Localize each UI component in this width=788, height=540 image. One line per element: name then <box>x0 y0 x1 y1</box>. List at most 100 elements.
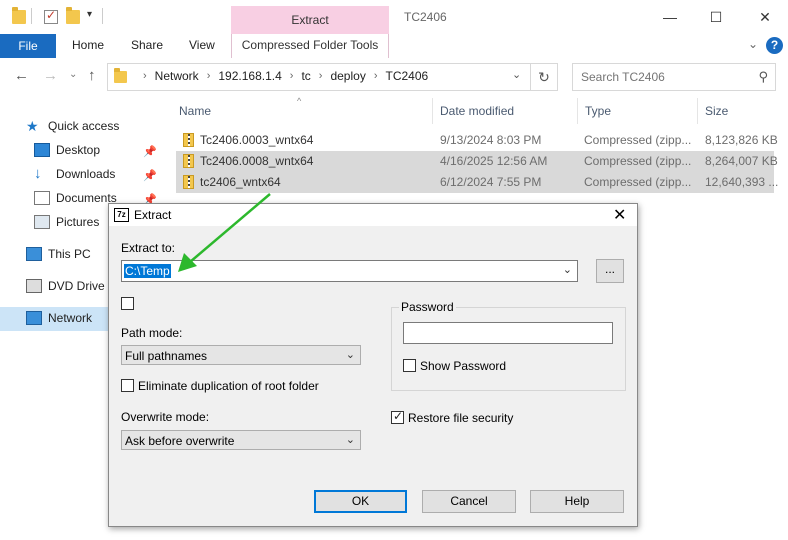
restore-security-label[interactable]: Restore file security <box>408 411 513 425</box>
file-size: 8,264,007 KB <box>705 154 778 168</box>
help-button[interactable]: Help <box>530 490 624 513</box>
dvd-icon <box>26 279 42 293</box>
window-title: TC2406 <box>404 10 447 24</box>
pin-icon[interactable]: 📌 <box>143 169 157 182</box>
file-date: 4/16/2025 12:56 AM <box>440 154 548 168</box>
extract-context-tab-header: Extract <box>231 6 389 34</box>
extract-to-label: Extract to: <box>121 241 176 255</box>
sidebar-item-documents[interactable]: Documents <box>34 191 117 205</box>
password-input[interactable] <box>403 322 613 344</box>
close-icon[interactable]: ✕ <box>613 205 626 225</box>
search-box[interactable]: ⚲ <box>572 63 776 91</box>
breadcrumb-deploy[interactable]: deploy <box>330 69 365 83</box>
star-icon: ★ <box>26 118 39 134</box>
search-icon[interactable]: ⚲ <box>758 69 768 85</box>
show-password-checkbox[interactable] <box>403 359 416 372</box>
sidebar-item-label: Downloads <box>56 167 116 181</box>
divider[interactable] <box>432 98 433 124</box>
restore-security-checkbox[interactable] <box>391 409 404 424</box>
column-header-type[interactable]: Type <box>585 104 611 118</box>
chevron-right-icon[interactable]: › <box>374 70 378 82</box>
forward-arrow-icon[interactable]: → <box>43 67 58 84</box>
extract-to-combobox[interactable]: C:\Temp ⌄ <box>121 260 578 282</box>
sidebar-item-quick-access[interactable]: ★ Quick access <box>26 119 119 133</box>
folder-icon <box>12 7 26 24</box>
ribbon-tabs <box>0 34 788 58</box>
overwrite-mode-value: Ask before overwrite <box>125 434 235 448</box>
sidebar-item-label: This PC <box>48 247 91 261</box>
table-row[interactable]: tc2406_wntx64 6/12/2024 7:55 PM Compress… <box>176 172 778 193</box>
show-password-label[interactable]: Show Password <box>420 359 506 373</box>
file-date: 9/13/2024 8:03 PM <box>440 133 542 147</box>
eliminate-duplication-label[interactable]: Eliminate duplication of root folder <box>138 379 319 393</box>
address-dropdown-icon[interactable]: ⌄ <box>512 68 521 81</box>
ok-button[interactable]: OK <box>314 490 407 513</box>
sidebar-item-network[interactable]: Network <box>26 311 92 325</box>
pc-icon <box>26 247 42 261</box>
table-row[interactable]: Tc2406.0003_wntx64 9/13/2024 8:03 PM Com… <box>176 130 778 151</box>
pin-icon[interactable]: 📌 <box>143 145 157 158</box>
eliminate-duplication-checkbox[interactable] <box>121 379 134 392</box>
zip-folder-icon <box>183 154 194 168</box>
close-button[interactable]: ✕ <box>755 8 775 26</box>
sidebar-item-label: Pictures <box>56 215 100 229</box>
overwrite-mode-select[interactable]: Ask before overwrite ⌄ <box>121 430 361 450</box>
path-mode-select[interactable]: Full pathnames ⌄ <box>121 345 361 365</box>
zip-folder-icon <box>183 175 194 189</box>
tab-compressed-folder-tools[interactable]: Compressed Folder Tools <box>231 34 389 58</box>
breadcrumb-tc[interactable]: tc <box>301 69 310 83</box>
maximize-button[interactable]: ☐ <box>706 8 726 26</box>
file-name: Tc2406.0008_wntx64 <box>200 154 314 168</box>
zip-folder-icon <box>183 133 194 147</box>
tab-home[interactable]: Home <box>72 38 104 52</box>
chevron-right-icon[interactable]: › <box>319 70 323 82</box>
sidebar-item-this-pc[interactable]: This PC <box>26 247 91 261</box>
browse-button[interactable]: ... <box>596 259 624 283</box>
sidebar-item-dvd-drive[interactable]: DVD Drive ( <box>26 279 112 293</box>
minimize-button[interactable]: — <box>660 8 680 26</box>
sidebar-item-pictures[interactable]: Pictures <box>34 215 99 229</box>
extract-to-value[interactable]: C:\Temp <box>124 264 171 278</box>
tab-view[interactable]: View <box>189 38 215 52</box>
recent-locations-icon[interactable]: ⌄ <box>69 69 77 80</box>
column-header-size[interactable]: Size <box>705 104 728 118</box>
up-arrow-icon[interactable]: ↑ <box>88 67 96 84</box>
column-header-date-modified[interactable]: Date modified <box>440 104 514 118</box>
sidebar-item-label: DVD Drive ( <box>48 279 113 293</box>
sidebar-item-downloads[interactable]: ↓ Downloads <box>34 165 116 182</box>
download-icon: ↓ <box>34 165 42 182</box>
refresh-icon[interactable]: ↻ <box>531 63 558 91</box>
properties-icon[interactable]: ✓ <box>44 8 58 24</box>
customize-toolbar-icon[interactable]: ▾ <box>87 9 92 20</box>
chevron-right-icon[interactable]: › <box>290 70 294 82</box>
7zip-icon: 7z <box>114 208 129 222</box>
divider[interactable] <box>577 98 578 124</box>
table-row[interactable]: Tc2406.0008_wntx64 4/16/2025 12:56 AM Co… <box>176 151 778 172</box>
chevron-down-icon[interactable]: ⌄ <box>563 263 572 276</box>
sidebar-item-label: Quick access <box>48 119 120 133</box>
password-groupbox <box>391 307 626 391</box>
divider[interactable] <box>697 98 698 124</box>
unnamed-checkbox[interactable] <box>121 297 134 310</box>
breadcrumb-tc2406[interactable]: TC2406 <box>386 69 429 83</box>
dialog-title-bar[interactable]: 7z Extract ✕ <box>109 204 637 226</box>
documents-icon <box>34 191 50 205</box>
file-date: 6/12/2024 7:55 PM <box>440 175 542 189</box>
tab-file[interactable]: File <box>0 34 56 58</box>
column-header-name[interactable]: Name <box>179 104 211 118</box>
breadcrumb-host[interactable]: 192.168.1.4 <box>218 69 281 83</box>
sidebar-item-label: Network <box>48 311 93 325</box>
new-folder-icon[interactable] <box>66 7 80 24</box>
chevron-right-icon[interactable]: › <box>207 70 211 82</box>
file-name: tc2406_wntx64 <box>200 175 281 189</box>
help-icon[interactable]: ? <box>766 37 783 54</box>
sidebar-item-desktop[interactable]: Desktop <box>34 143 100 157</box>
search-input[interactable] <box>581 70 751 84</box>
breadcrumb-network[interactable]: Network <box>155 69 199 83</box>
file-type: Compressed (zipp... <box>584 175 692 189</box>
cancel-button[interactable]: Cancel <box>422 490 516 513</box>
back-arrow-icon[interactable]: ← <box>14 67 29 84</box>
tab-share[interactable]: Share <box>131 38 163 52</box>
file-type: Compressed (zipp... <box>584 133 692 147</box>
expand-ribbon-icon[interactable]: ⌄ <box>748 37 758 51</box>
